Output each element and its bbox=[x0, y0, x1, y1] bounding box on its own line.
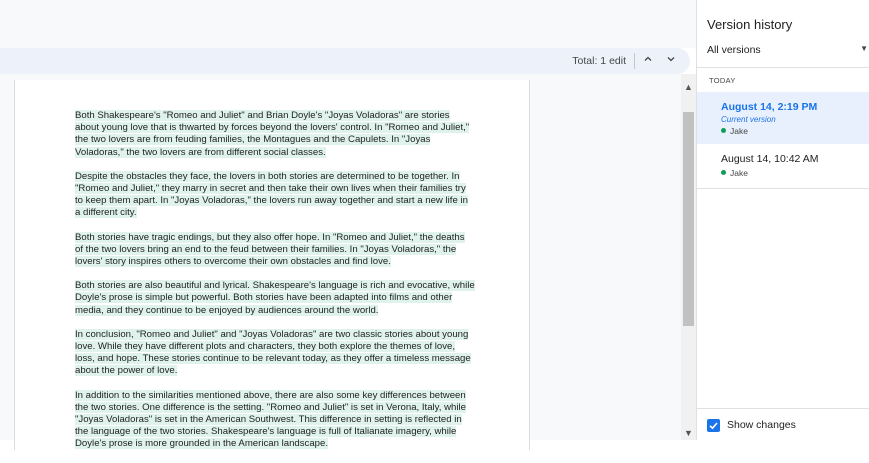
version-item-current[interactable]: August 14, 2:19 PM Current version Jake bbox=[697, 92, 869, 144]
suggested-text: Despite the obstacles they face, the lov… bbox=[75, 170, 468, 219]
version-author: Jake bbox=[721, 126, 748, 136]
paragraph: Both stories have tragic endings, but th… bbox=[75, 231, 475, 269]
version-author: Jake bbox=[721, 168, 748, 178]
chevron-up-icon bbox=[644, 56, 652, 61]
version-history-panel: Version history All versions ▼ TODAY Aug… bbox=[696, 0, 869, 440]
previous-edit-button[interactable] bbox=[639, 52, 657, 70]
author-name: Jake bbox=[730, 168, 748, 178]
version-date: August 14, 2:19 PM bbox=[721, 101, 818, 113]
paragraph: Both stories are also beautiful and lyri… bbox=[75, 280, 475, 317]
chevron-down-icon bbox=[667, 57, 675, 62]
suggested-text: In addition to the similarities mentione… bbox=[75, 389, 466, 450]
scrollbar-thumb[interactable] bbox=[683, 112, 694, 326]
show-changes-label: Show changes bbox=[727, 419, 796, 431]
next-edit-button[interactable] bbox=[662, 52, 680, 70]
author-name: Jake bbox=[730, 126, 748, 136]
suggested-text: In conclusion, "Romeo and Juliet" and "J… bbox=[75, 328, 471, 377]
section-label-today: TODAY bbox=[709, 76, 736, 85]
divider bbox=[634, 53, 635, 69]
scroll-up-icon[interactable]: ▲ bbox=[681, 80, 696, 94]
user-color-dot bbox=[721, 170, 726, 175]
dropdown-arrow-icon: ▼ bbox=[860, 44, 868, 53]
current-version-label: Current version bbox=[721, 115, 776, 124]
checkbox-checked-icon[interactable] bbox=[707, 419, 720, 432]
suggested-text: Both stories have tragic endings, but th… bbox=[75, 231, 465, 268]
document-body[interactable]: Both Shakespeare's "Romeo and Juliet" an… bbox=[75, 110, 475, 463]
divider bbox=[697, 408, 869, 409]
paragraph: In conclusion, "Romeo and Juliet" and "J… bbox=[75, 328, 475, 378]
filter-value: All versions bbox=[707, 44, 761, 56]
divider bbox=[697, 188, 869, 189]
paragraph: Both Shakespeare's "Romeo and Juliet" an… bbox=[75, 110, 475, 159]
paragraph: Despite the obstacles they face, the lov… bbox=[75, 170, 475, 220]
total-edits-label: Total: 1 edit bbox=[572, 55, 626, 67]
panel-title: Version history bbox=[707, 17, 793, 32]
suggested-text: Both stories are also beautiful and lyri… bbox=[75, 280, 475, 316]
version-date: August 14, 10:42 AM bbox=[721, 153, 819, 165]
version-filter-dropdown[interactable]: All versions ▼ bbox=[707, 40, 869, 60]
version-item[interactable]: August 14, 10:42 AM Jake bbox=[697, 144, 869, 188]
divider bbox=[697, 67, 869, 68]
toolbar-area bbox=[0, 0, 696, 48]
paragraph: In addition to the similarities mentione… bbox=[75, 389, 475, 451]
document-scrollbar[interactable]: ▲ ▼ bbox=[681, 74, 696, 440]
scroll-down-icon[interactable]: ▼ bbox=[681, 426, 696, 440]
user-color-dot bbox=[721, 128, 726, 133]
edit-navigation-bar: Total: 1 edit bbox=[0, 48, 690, 74]
suggested-text: Both Shakespeare's "Romeo and Juliet" an… bbox=[75, 110, 470, 158]
